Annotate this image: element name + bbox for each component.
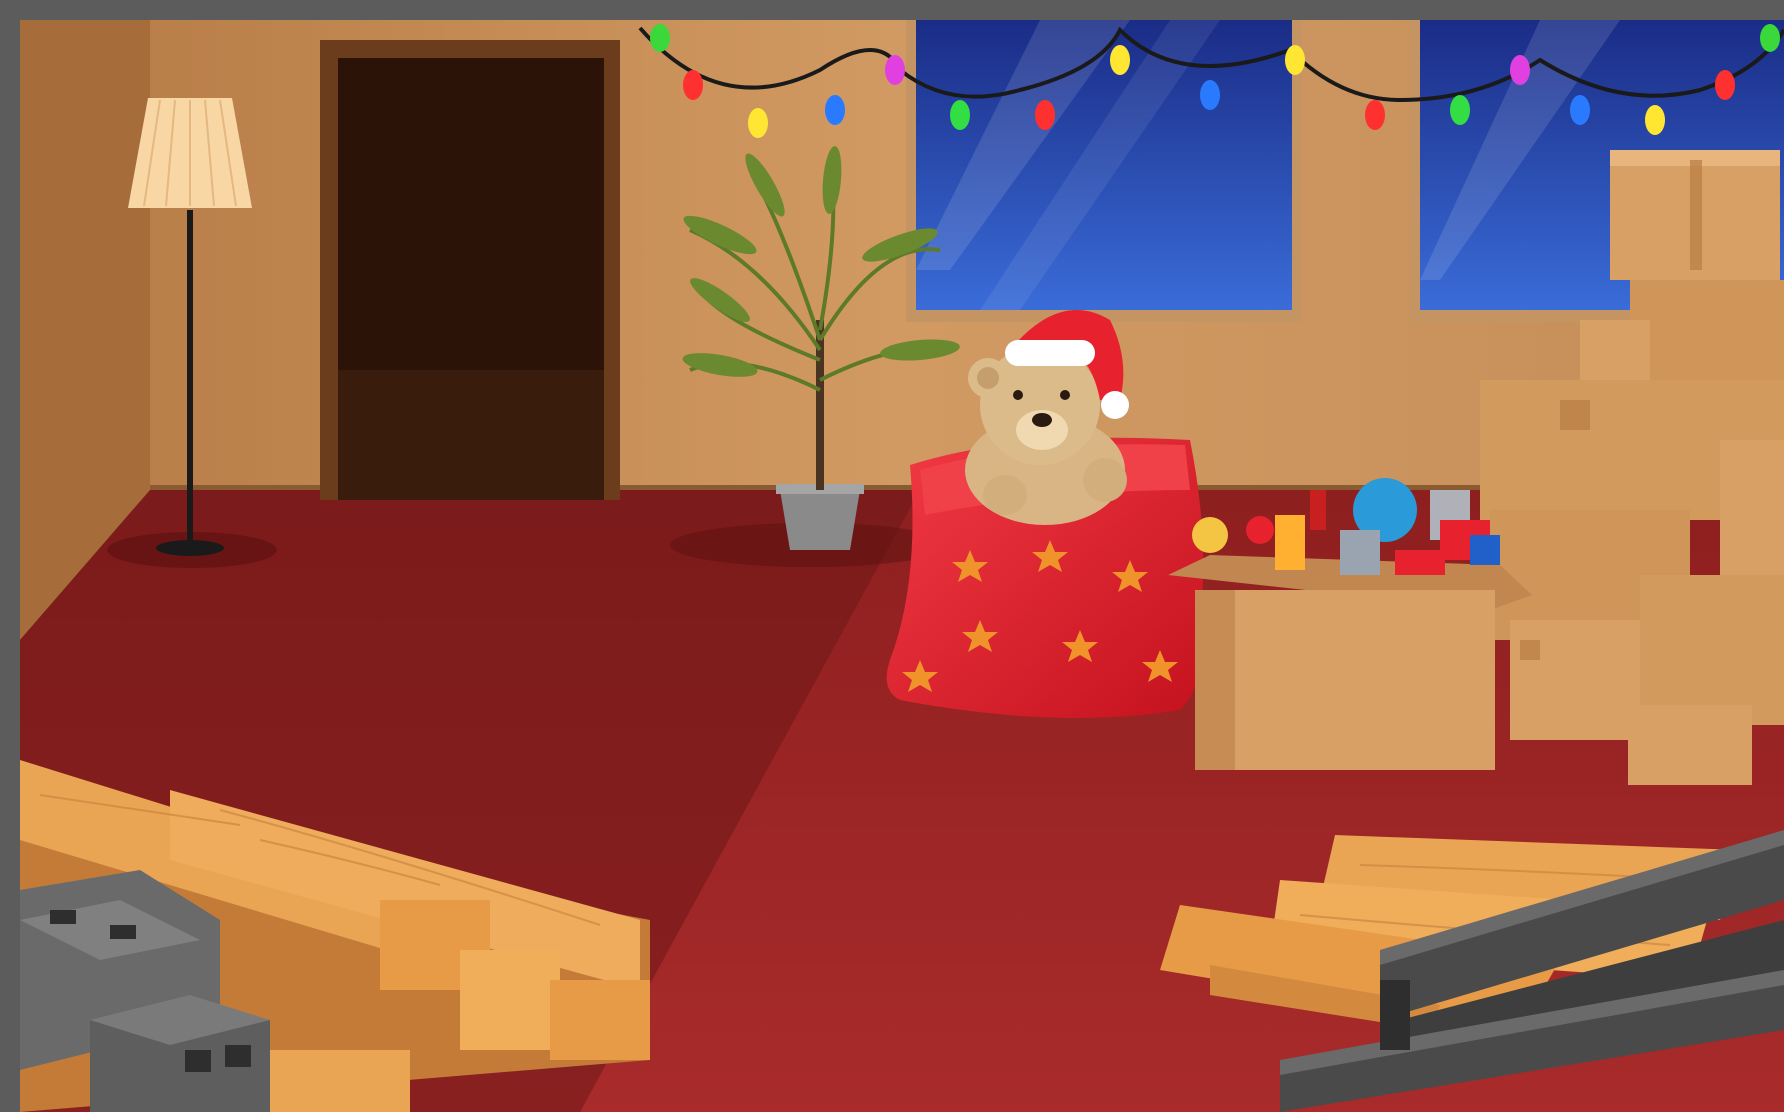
- doorway[interactable]: [320, 40, 620, 500]
- game-scene: [20, 20, 1784, 1112]
- game-frame: [0, 0, 1784, 1112]
- scene-canvas: [20, 20, 1784, 1112]
- window-left[interactable]: [906, 20, 1302, 322]
